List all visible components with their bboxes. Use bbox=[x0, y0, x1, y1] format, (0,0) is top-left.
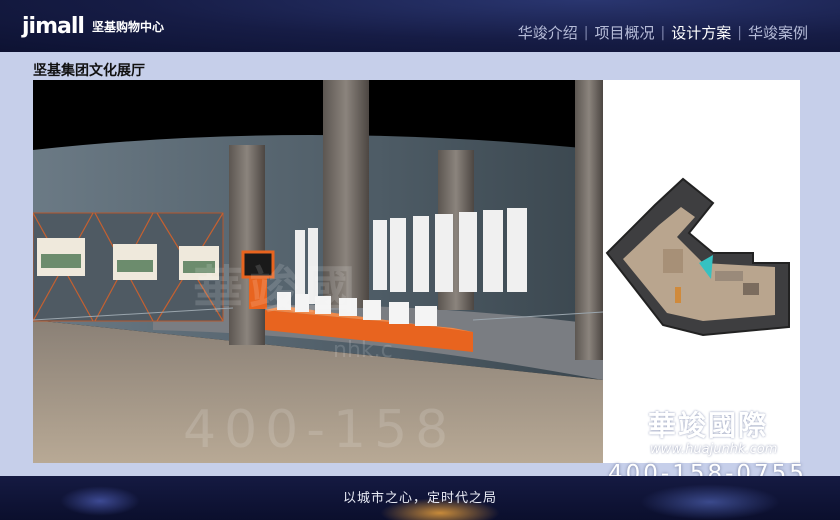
section-title: 坚基集团文化展厅 bbox=[33, 63, 145, 79]
pillar bbox=[575, 80, 603, 360]
main-nav: 华竣介绍 | 项目概况 | 设计方案 | 华竣案例 bbox=[512, 22, 814, 43]
watermark-brand: 華竣國際 bbox=[648, 409, 769, 442]
top-header: jimall 坚基购物中心 华竣介绍 | 项目概况 | 设计方案 | 华竣案例 bbox=[0, 0, 840, 52]
nav-item-design[interactable]: 设计方案 bbox=[665, 22, 737, 43]
watermark-center-brand: 華竣國 bbox=[193, 260, 361, 319]
watermark-center-url: nhk.c bbox=[333, 338, 393, 363]
nav-item-overview[interactable]: 项目概况 bbox=[589, 22, 661, 43]
watermark-center-phone: 400-158 bbox=[183, 400, 457, 460]
nav-item-intro[interactable]: 华竣介绍 bbox=[512, 22, 584, 43]
footer-bar: 以城市之心，定时代之局 bbox=[0, 476, 840, 520]
footer-slogan: 以城市之心，定时代之局 bbox=[342, 491, 497, 506]
exhibition-hall-render: 華竣國 nhk.c 400-158 bbox=[33, 80, 603, 463]
brand-logo[interactable]: jimall 坚基购物中心 bbox=[22, 14, 164, 39]
nav-item-cases[interactable]: 华竣案例 bbox=[742, 22, 814, 43]
logo-text: 坚基购物中心 bbox=[91, 20, 164, 34]
logo-mark: jimall bbox=[22, 14, 85, 39]
watermark-url: www.huajunhk.com bbox=[650, 442, 778, 457]
